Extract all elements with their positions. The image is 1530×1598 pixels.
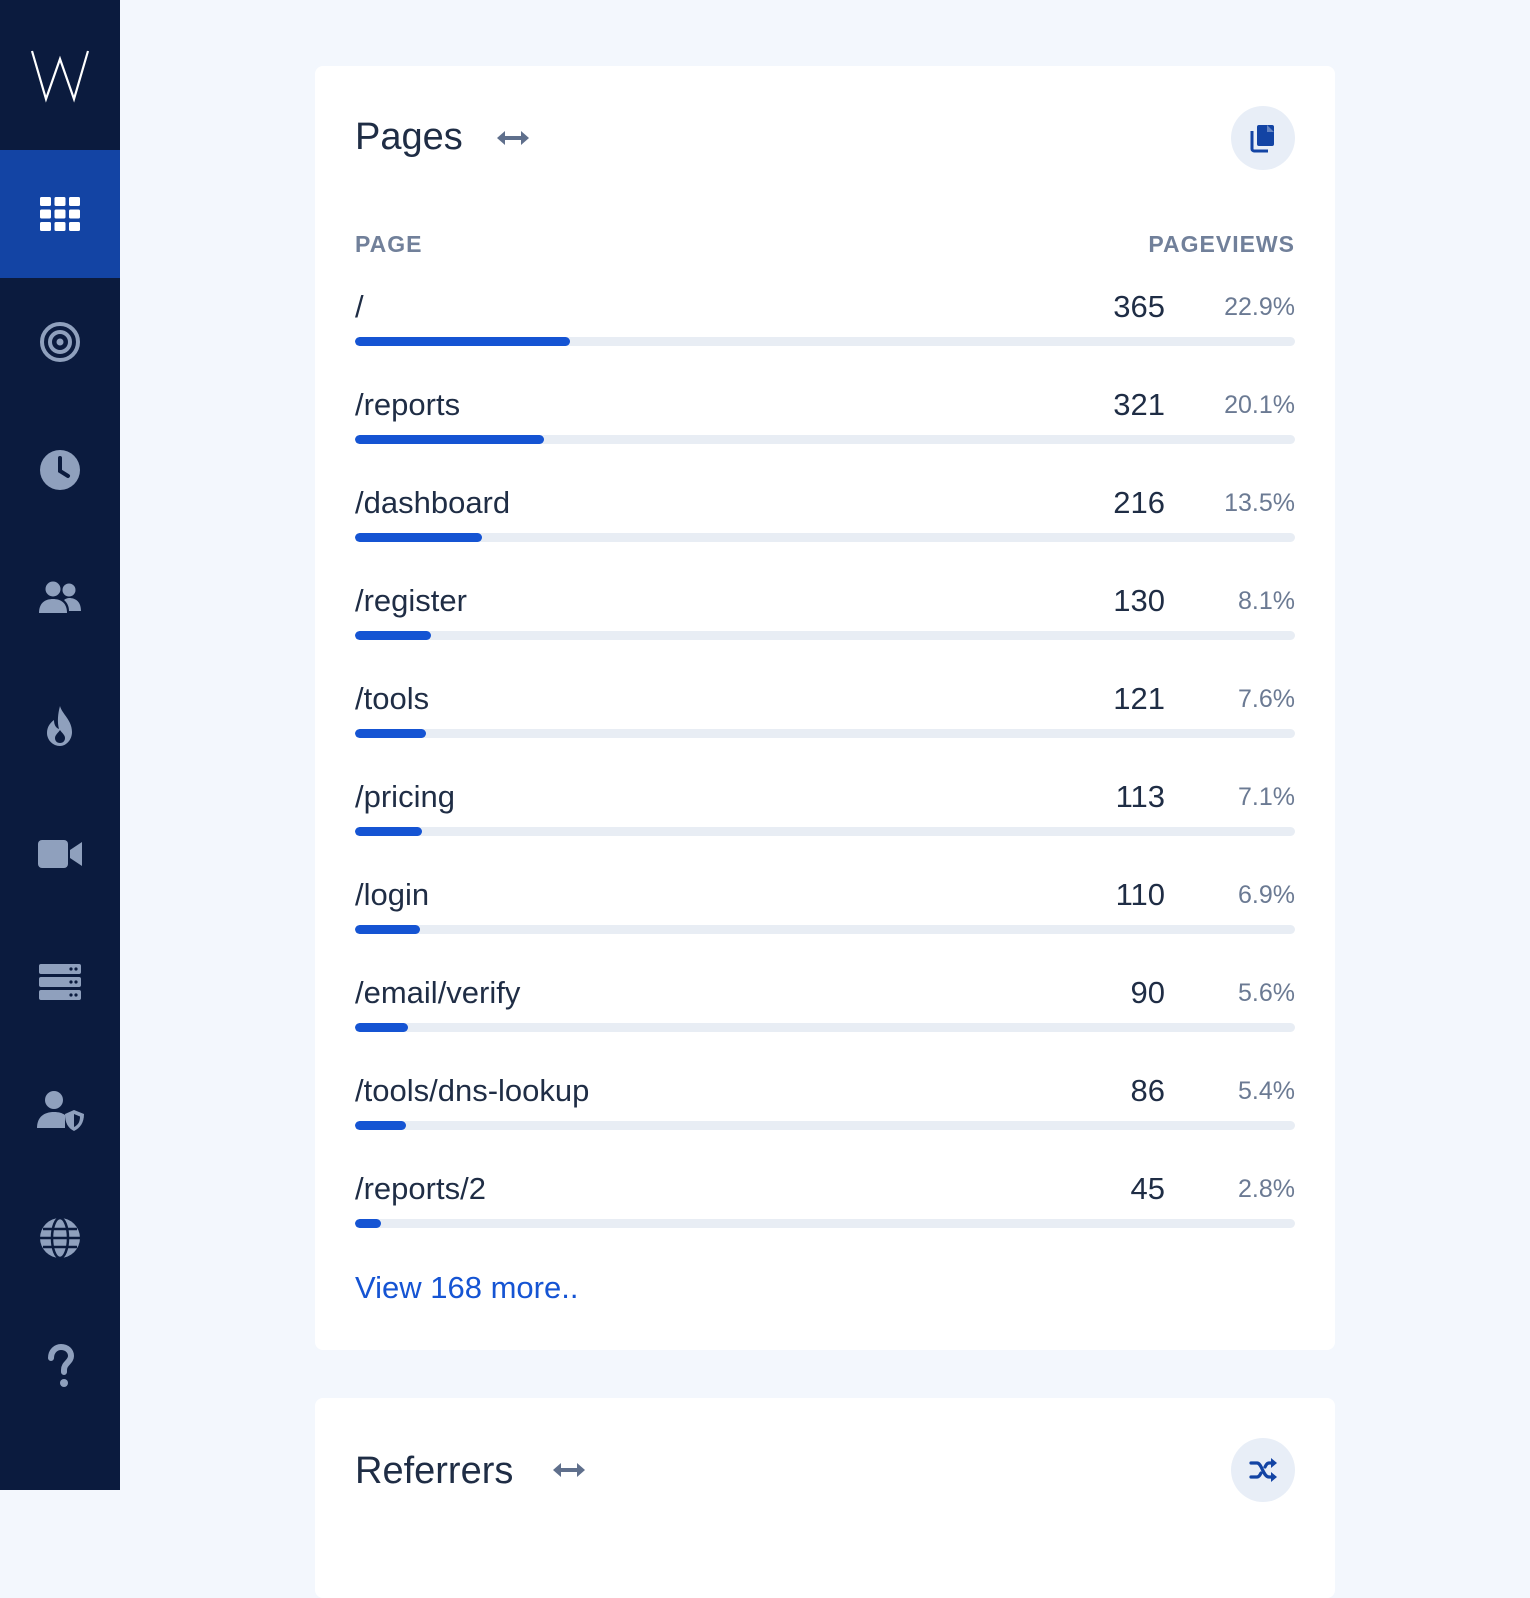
- referrers-card-title: Referrers: [355, 1450, 514, 1492]
- pageview-count: 45: [1130, 1171, 1165, 1206]
- pageview-percent: 20.1%: [1224, 391, 1295, 419]
- question-icon: [48, 1343, 75, 1387]
- page-row[interactable]: /reports/2 45 2.8%: [355, 1171, 1295, 1269]
- page-row[interactable]: / 365 22.9%: [355, 289, 1295, 387]
- pageview-percent: 6.9%: [1238, 881, 1295, 909]
- progress-track: [355, 631, 1295, 640]
- page-path: /tools: [355, 681, 430, 716]
- page-row[interactable]: /reports 321 20.1%: [355, 387, 1295, 485]
- page-row[interactable]: /dashboard 216 13.5%: [355, 485, 1295, 583]
- nav-goals[interactable]: [0, 278, 120, 406]
- nav-privacy[interactable]: [0, 1046, 120, 1174]
- progress-track: [355, 827, 1295, 836]
- column-header-page[interactable]: PAGE: [355, 231, 422, 258]
- progress-track: [355, 925, 1295, 934]
- target-icon: [40, 322, 80, 362]
- pageview-count: 110: [1115, 877, 1165, 912]
- progress-track: [355, 1023, 1295, 1032]
- column-header-pageviews[interactable]: PAGEVIEWS: [1148, 231, 1295, 258]
- nav-servers[interactable]: [0, 918, 120, 1046]
- pageview-count: 216: [1113, 485, 1165, 520]
- progress-fill: [355, 1121, 406, 1130]
- page-row[interactable]: /email/verify 90 5.6%: [355, 975, 1295, 1073]
- pageview-percent: 22.9%: [1224, 293, 1295, 321]
- server-icon: [39, 964, 81, 1000]
- page-path: /reports: [355, 387, 461, 422]
- progress-fill: [355, 827, 422, 836]
- expand-arrows-icon[interactable]: [551, 1460, 587, 1480]
- referrers-card: Referrers: [315, 1398, 1335, 1598]
- pageview-percent: 8.1%: [1238, 587, 1295, 615]
- expand-arrows-icon[interactable]: [495, 128, 531, 148]
- copy-icon: [1250, 125, 1274, 153]
- nav-websites[interactable]: [0, 1174, 120, 1302]
- progress-fill: [355, 435, 544, 444]
- page-path: /login: [355, 877, 430, 912]
- pageview-percent: 13.5%: [1224, 489, 1295, 517]
- page-path: /reports/2: [355, 1171, 486, 1206]
- video-camera-icon: [38, 840, 82, 868]
- progress-track: [355, 337, 1295, 346]
- fire-icon: [47, 706, 72, 746]
- nav-recordings[interactable]: [0, 790, 120, 918]
- grid-icon: [40, 197, 80, 231]
- page-path: /email/verify: [355, 975, 521, 1010]
- pageview-count: 90: [1130, 975, 1165, 1010]
- nav-realtime[interactable]: [0, 406, 120, 534]
- page-path: /: [355, 289, 364, 324]
- pageview-percent: 5.6%: [1238, 979, 1295, 1007]
- pageview-count: 86: [1130, 1073, 1165, 1108]
- pageview-percent: 5.4%: [1238, 1077, 1295, 1105]
- page-row[interactable]: /register 130 8.1%: [355, 583, 1295, 681]
- pageview-count: 321: [1113, 387, 1165, 422]
- pageview-percent: 2.8%: [1238, 1175, 1295, 1203]
- pages-card: Pages PAGE PAGEVIEWS / 365 22.9% /reports 32…: [315, 66, 1335, 1350]
- progress-fill: [355, 631, 432, 640]
- progress-track: [355, 435, 1295, 444]
- shuffle-icon: [1249, 1458, 1277, 1482]
- user-shield-icon: [37, 1091, 84, 1131]
- nav-help[interactable]: [0, 1302, 120, 1430]
- nav-visitors[interactable]: [0, 534, 120, 662]
- page-path: /dashboard: [355, 485, 511, 520]
- pageview-percent: 7.1%: [1238, 783, 1295, 811]
- progress-track: [355, 1219, 1295, 1228]
- progress-fill: [355, 925, 420, 934]
- pages-card-title: Pages: [355, 116, 463, 158]
- nav-trending[interactable]: [0, 662, 120, 790]
- page-row[interactable]: /pricing 113 7.1%: [355, 779, 1295, 877]
- page-row[interactable]: /tools 121 7.6%: [355, 681, 1295, 779]
- progress-track: [355, 1121, 1295, 1130]
- pageview-count: 121: [1113, 681, 1165, 716]
- copy-button[interactable]: [1231, 106, 1295, 170]
- pageview-count: 113: [1115, 779, 1165, 814]
- view-more-link[interactable]: View 168 more..: [355, 1270, 578, 1306]
- nav-dashboard[interactable]: [0, 150, 120, 278]
- progress-track: [355, 729, 1295, 738]
- page-path: /pricing: [355, 779, 455, 814]
- app-logo[interactable]: [0, 0, 120, 150]
- pageview-count: 365: [1113, 289, 1165, 324]
- progress-fill: [355, 533, 482, 542]
- pageview-count: 130: [1113, 583, 1165, 618]
- progress-fill: [355, 1219, 382, 1228]
- progress-fill: [355, 729, 427, 738]
- progress-fill: [355, 337, 571, 346]
- page-row[interactable]: /tools/dns-lookup 86 5.4%: [355, 1073, 1295, 1171]
- progress-track: [355, 533, 1295, 542]
- pageview-percent: 7.6%: [1238, 685, 1295, 713]
- sidebar: [0, 0, 120, 1490]
- users-icon: [39, 581, 81, 613]
- clock-icon: [40, 450, 80, 490]
- globe-icon: [40, 1216, 80, 1260]
- shuffle-button[interactable]: [1231, 1438, 1295, 1502]
- logo-icon: [30, 50, 90, 103]
- page-path: /register: [355, 583, 467, 618]
- page-row[interactable]: /login 110 6.9%: [355, 877, 1295, 975]
- page-path: /tools/dns-lookup: [355, 1073, 590, 1108]
- progress-fill: [355, 1023, 408, 1032]
